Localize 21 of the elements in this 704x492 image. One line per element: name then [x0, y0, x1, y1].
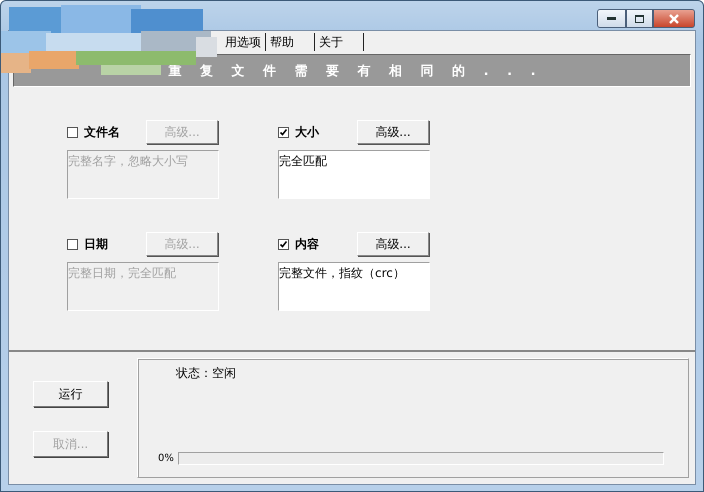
maximize-button[interactable] — [626, 9, 653, 28]
close-icon — [668, 14, 680, 24]
checkbox-label: 日期 — [84, 236, 109, 252]
progress-reading: 0% — [158, 453, 174, 464]
checkbox-label: 大小 — [295, 124, 320, 140]
close-button[interactable] — [653, 9, 695, 28]
run-button[interactable]: 运行 — [33, 381, 108, 407]
checkbox[interactable] — [67, 238, 78, 250]
status-text: 状态：空闲 — [176, 365, 236, 381]
minimize-button[interactable] — [597, 9, 626, 28]
advanced-button[interactable]: 高级... — [357, 120, 429, 144]
checkbox-label: 文件名 — [84, 124, 121, 140]
minimize-icon — [607, 16, 616, 20]
checkbox[interactable] — [278, 126, 289, 138]
checkbox-label: 内容 — [295, 236, 320, 252]
description-box[interactable]: 完全匹配 — [278, 150, 430, 199]
maximize-icon — [635, 14, 644, 22]
checkbox[interactable] — [67, 126, 78, 138]
advanced-button[interactable]: 高级... — [357, 232, 429, 256]
checkbox[interactable] — [278, 238, 289, 250]
description-box[interactable]: 完整文件，指纹（crc） — [278, 262, 430, 311]
